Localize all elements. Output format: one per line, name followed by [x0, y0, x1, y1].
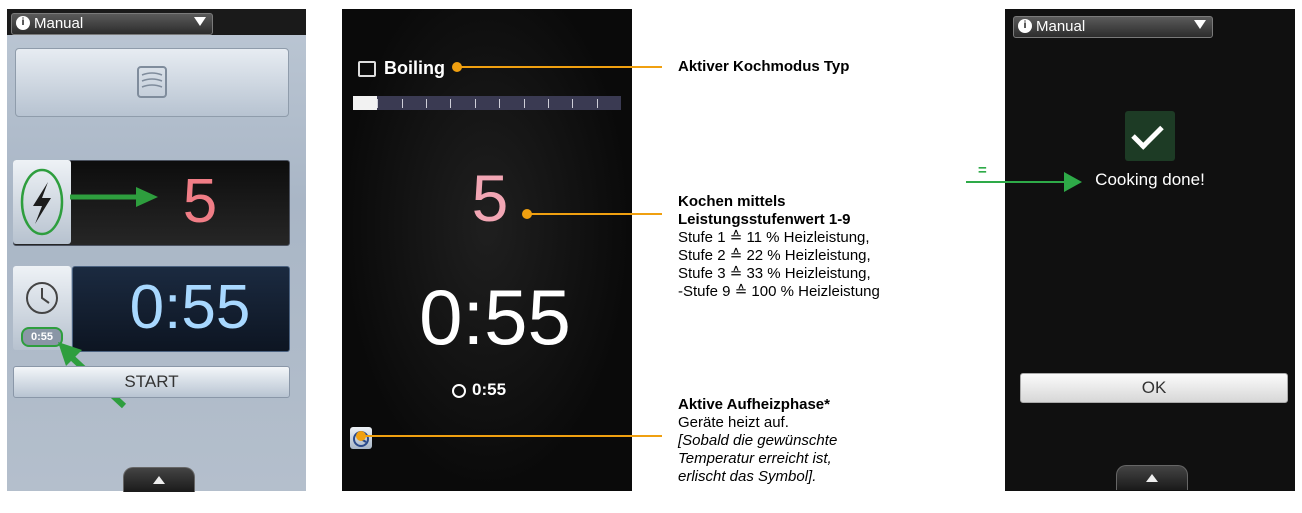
mode-dropdown-label: Manual	[1036, 18, 1086, 35]
annotation-power-level: Kochen mittels Leistungsstufenwert 1-9 S…	[678, 193, 880, 300]
progress-tick	[499, 99, 500, 108]
mode-dropdown[interactable]: i Manual	[11, 13, 213, 35]
annotation-line	[458, 66, 662, 68]
equals-sign: =	[978, 162, 987, 179]
annotation-arrowhead	[1064, 172, 1082, 192]
ok-button[interactable]: OK	[1020, 373, 1288, 403]
done-background	[1005, 9, 1295, 491]
power-button[interactable]	[13, 160, 71, 244]
timer-value: 0:55	[419, 273, 571, 361]
progress-tick	[572, 99, 573, 108]
chevron-up-icon	[153, 476, 165, 484]
progress-fill	[353, 96, 377, 110]
progress-tick	[524, 99, 525, 108]
progress-tick	[426, 99, 427, 108]
annotation-mode-type: Aktiver Kochmodus Typ	[678, 58, 850, 75]
cooking-mode-label: Boiling	[384, 58, 445, 78]
dropdown-arrow-icon	[1194, 20, 1206, 29]
dropdown-arrow-icon	[194, 17, 206, 26]
info-icon: i	[16, 16, 30, 30]
progress-bar	[353, 96, 621, 110]
timer-value: 0:55	[129, 273, 251, 342]
cooking-mode-button[interactable]	[15, 48, 289, 117]
bottom-tab-button[interactable]	[123, 467, 195, 492]
annotation-line	[362, 435, 662, 437]
progress-tick	[402, 99, 403, 108]
progress-tick	[377, 99, 378, 108]
power-level-value: 5	[471, 161, 509, 235]
chevron-up-icon	[1146, 474, 1158, 482]
screen-cooking-running	[342, 9, 632, 491]
remaining-time: 0:55	[472, 380, 507, 399]
progress-tick	[548, 99, 549, 108]
clock-icon	[452, 384, 466, 398]
annotation-heating-phase: Aktive Aufheizphase* Geräte heizt auf. […	[678, 396, 838, 485]
progress-tick	[450, 99, 451, 108]
boiling-mode-icon	[137, 66, 167, 98]
mode-dropdown[interactable]: i Manual	[1013, 16, 1213, 38]
lightning-bolt-icon	[20, 168, 64, 236]
annotation-arrow	[70, 187, 158, 207]
annotation-line	[966, 181, 1072, 183]
progress-tick	[475, 99, 476, 108]
boiling-mode-icon	[358, 61, 376, 77]
power-level-value: 5	[182, 167, 218, 236]
mode-dropdown-label: Manual	[34, 15, 84, 32]
annotation-line	[528, 213, 662, 215]
info-icon: i	[1018, 19, 1032, 33]
start-button[interactable]: START	[13, 366, 290, 398]
bottom-tab-button[interactable]	[1116, 465, 1188, 490]
progress-tick	[597, 99, 598, 108]
